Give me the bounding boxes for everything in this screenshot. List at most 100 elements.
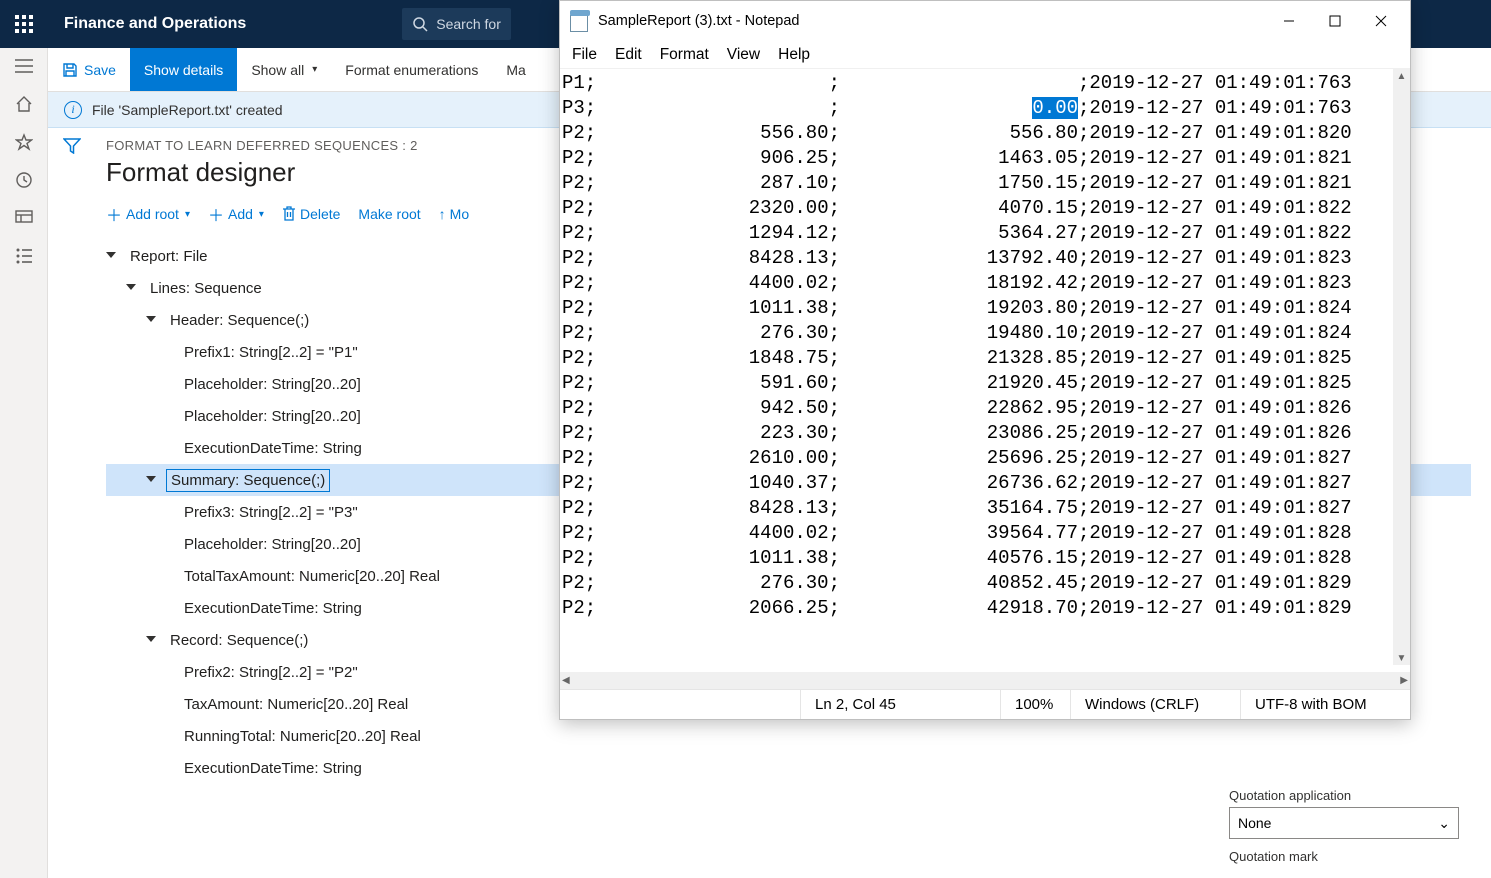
text-line: P2;1011.38;40576.15;2019-12-27 01:49:01:… [562,546,1404,571]
vertical-scrollbar[interactable]: ▲ ▼ [1393,69,1410,665]
filter-column [48,128,96,878]
quotation-app-select[interactable]: None ⌄ [1229,807,1459,839]
tree-label: Lines: Sequence [146,278,266,299]
chevron-down-icon: ▾ [259,209,264,220]
maximize-button[interactable] [1312,5,1358,37]
filter-icon[interactable] [63,138,81,154]
plus-icon: ＋ [106,202,122,226]
close-button[interactable] [1358,5,1404,37]
delete-label: Delete [300,206,340,222]
collapse-icon[interactable] [146,313,160,327]
notepad-icon [570,10,590,32]
chevron-down-icon: ▾ [185,209,190,220]
truncated-label: Ma [506,62,525,78]
status-empty [560,690,800,719]
make-root-button[interactable]: Make root [358,206,420,222]
notepad-status-bar: Ln 2, Col 45 100% Windows (CRLF) UTF-8 w… [560,689,1410,719]
menu-help[interactable]: Help [778,46,810,64]
add-root-button[interactable]: ＋Add root▾ [106,202,190,226]
text-line: P2;276.30;19480.10;2019-12-27 01:49:01:8… [562,321,1404,346]
text-line: P2;2320.00;4070.15;2019-12-27 01:49:01:8… [562,196,1404,221]
notepad-titlebar[interactable]: SampleReport (3).txt - Notepad [560,1,1410,41]
save-icon [62,62,78,78]
show-details-tab[interactable]: Show details [130,48,237,91]
tree-label: TaxAmount: Numeric[20..20] Real [180,694,412,715]
add-button[interactable]: ＋Add ▾ [208,202,264,226]
tree-label: ExecutionDateTime: String [180,598,366,619]
scroll-up-arrow-icon[interactable]: ▲ [1393,69,1410,83]
app-launcher-icon[interactable] [0,0,48,48]
notepad-title-text: SampleReport (3).txt - Notepad [598,13,799,29]
brand-title: Finance and Operations [48,15,262,33]
horizontal-scrollbar[interactable]: ◀ ▶ [560,672,1410,689]
move-label: Mo [450,206,469,222]
notepad-text-area[interactable]: P1;;;2019-12-27 01:49:01:763P3;;0.00;201… [560,69,1410,672]
text-line: P2;1848.75;21328.85;2019-12-27 01:49:01:… [562,346,1404,371]
tree-label: ExecutionDateTime: String [180,758,366,779]
scroll-thumb[interactable] [1393,83,1410,203]
scroll-down-arrow-icon[interactable]: ▼ [1393,651,1410,665]
format-enum-button[interactable]: Format enumerations [331,48,492,91]
truncated-button[interactable]: Ma [492,48,539,91]
info-text: File 'SampleReport.txt' created [92,102,283,118]
status-eol: Windows (CRLF) [1070,690,1240,719]
tree-label: RunningTotal: Numeric[20..20] Real [180,726,425,747]
add-label: Add [228,206,253,222]
menu-edit[interactable]: Edit [615,46,642,64]
tree-label: Prefix3: String[2..2] = "P3" [180,502,362,523]
tree-label: Report: File [126,246,212,267]
collapse-icon[interactable] [106,249,120,263]
status-encoding: UTF-8 with BOM [1240,690,1400,719]
search-box[interactable]: Search for [402,8,511,40]
menu-view[interactable]: View [727,46,760,64]
scroll-right-arrow-icon[interactable]: ▶ [1400,675,1408,686]
chevron-down-icon: ⌄ [1438,815,1450,832]
save-button[interactable]: Save [48,48,130,91]
quotation-mark-label: Quotation mark [1229,849,1459,864]
menu-format[interactable]: Format [660,46,709,64]
text-line: P2;8428.13;35164.75;2019-12-27 01:49:01:… [562,496,1404,521]
workspace-icon[interactable] [14,208,34,228]
text-line: P2;2066.25;42918.70;2019-12-27 01:49:01:… [562,596,1404,621]
show-all-button[interactable]: Show all ▾ [237,48,331,91]
trash-icon [282,206,296,222]
menu-file[interactable]: File [572,46,597,64]
plus-icon: ＋ [208,202,224,226]
move-up-button[interactable]: ↑Mo [439,206,469,222]
arrow-up-icon: ↑ [439,206,446,222]
select-value: None [1238,815,1271,831]
text-line: P2;276.30;40852.45;2019-12-27 01:49:01:8… [562,571,1404,596]
home-icon[interactable] [14,94,34,114]
collapse-icon[interactable] [126,281,140,295]
tree-label: Prefix2: String[2..2] = "P2" [180,662,362,683]
show-details-label: Show details [144,62,223,78]
search-icon [412,16,428,32]
modules-icon[interactable] [14,246,34,266]
quotation-app-label: Quotation application [1229,788,1459,803]
hamburger-icon[interactable] [14,56,34,76]
search-placeholder: Search for [436,16,501,32]
text-line: P2;287.10;1750.15;2019-12-27 01:49:01:82… [562,171,1404,196]
minimize-button[interactable] [1266,5,1312,37]
text-line: P2;8428.13;13792.40;2019-12-27 01:49:01:… [562,246,1404,271]
chevron-down-icon: ▾ [312,64,317,75]
star-icon[interactable] [14,132,34,152]
notepad-window: SampleReport (3).txt - Notepad File Edit… [559,0,1411,720]
text-line: P2;4400.02;39564.77;2019-12-27 01:49:01:… [562,521,1404,546]
recent-icon[interactable] [14,170,34,190]
tree-label: ExecutionDateTime: String [180,438,366,459]
tree-label: Placeholder: String[20..20] [180,374,365,395]
collapse-icon[interactable] [146,473,160,487]
info-icon: i [64,101,82,119]
show-all-label: Show all [251,62,304,78]
collapse-icon[interactable] [146,633,160,647]
tree-label: Prefix1: String[2..2] = "P1" [180,342,362,363]
text-line: P2;223.30;23086.25;2019-12-27 01:49:01:8… [562,421,1404,446]
text-line: P2;1040.37;26736.62;2019-12-27 01:49:01:… [562,471,1404,496]
scroll-left-arrow-icon[interactable]: ◀ [562,675,570,686]
delete-button[interactable]: Delete [282,206,340,222]
text-line: P2;556.80;556.80;2019-12-27 01:49:01:820 [562,121,1404,146]
text-line: P2;1011.38;19203.80;2019-12-27 01:49:01:… [562,296,1404,321]
tree-node[interactable]: RunningTotal: Numeric[20..20] Real [106,720,1471,752]
notepad-menu-bar: File Edit Format View Help [560,41,1410,69]
